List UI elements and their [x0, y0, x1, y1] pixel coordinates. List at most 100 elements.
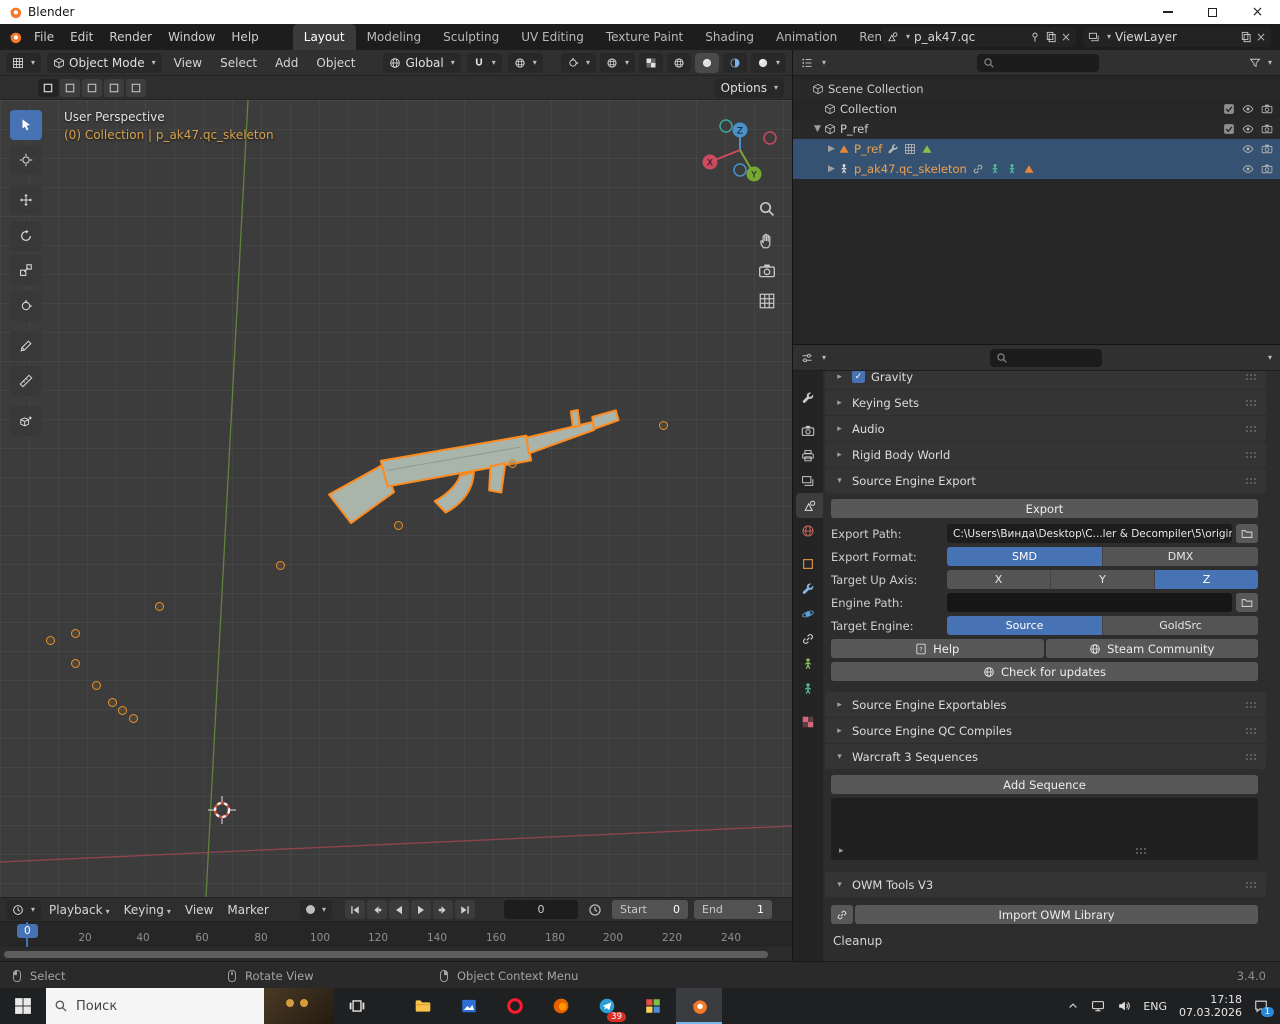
expand-arrow[interactable]: ▼ [811, 124, 824, 134]
modifier-wrench-icon[interactable] [887, 143, 899, 155]
bone-empty[interactable] [46, 636, 55, 645]
unlink-scene-icon[interactable]: × [1061, 30, 1071, 44]
menu-view-timeline[interactable]: View [179, 903, 219, 917]
engine-path-field[interactable] [947, 593, 1232, 612]
hide-eye-toggle[interactable] [1238, 123, 1257, 135]
tab-view-layer[interactable] [793, 468, 823, 493]
jump-to-end-button[interactable] [455, 900, 475, 919]
gizmos-toggle[interactable]: ▾ [561, 53, 596, 73]
tab-render[interactable] [793, 418, 823, 443]
language-indicator[interactable]: ENG [1143, 1000, 1167, 1013]
check-for-updates-button[interactable]: Check for updates [831, 662, 1258, 681]
tab-bone[interactable] [793, 676, 823, 701]
bone-empty[interactable] [155, 602, 164, 611]
minimize-button[interactable] [1145, 0, 1190, 24]
maximize-button[interactable] [1190, 0, 1235, 24]
panel-grip[interactable] [1246, 882, 1258, 888]
axis-x-button[interactable]: X [947, 570, 1051, 589]
list-grip[interactable] [1136, 848, 1148, 854]
select-box-tool-button[interactable] [10, 110, 42, 140]
pose-icon[interactable] [989, 163, 1001, 175]
workspace-tab-modeling[interactable]: Modeling [356, 24, 433, 50]
gun-model[interactable] [318, 401, 641, 548]
menu-file[interactable]: File [26, 30, 62, 44]
properties-editor-icon[interactable] [801, 352, 813, 364]
vertex-group-icon[interactable] [921, 143, 933, 155]
workspace-tab-layout[interactable]: Layout [293, 24, 356, 50]
tab-object[interactable] [793, 551, 823, 576]
expand-arrow[interactable]: ▸ [839, 846, 844, 856]
exclude-checkbox[interactable] [1219, 103, 1238, 115]
timeline-scrollbar[interactable] [0, 947, 792, 961]
telegram-button[interactable]: 39 [584, 988, 630, 1024]
menu-select[interactable]: Select [214, 56, 263, 70]
close-button[interactable]: × [1235, 0, 1280, 24]
panel-owm-tools-v3[interactable]: ▾ OWM Tools V3 [825, 872, 1266, 897]
menu-object[interactable]: Object [310, 56, 361, 70]
annotate-tool-button[interactable] [10, 331, 42, 361]
export-path-browse-button[interactable] [1236, 524, 1258, 543]
panel-grip[interactable] [1246, 728, 1258, 734]
move-tool-button[interactable] [10, 185, 42, 215]
disable-render-toggle[interactable] [1257, 163, 1276, 175]
menu-marker[interactable]: Marker [221, 903, 274, 917]
bone-empty[interactable] [71, 629, 80, 638]
volume-icon[interactable] [1117, 999, 1131, 1013]
hidden-icons-chevron[interactable] [1067, 1000, 1079, 1012]
editor-type-button[interactable]: ▾ [6, 53, 41, 73]
tab-object-data[interactable] [793, 651, 823, 676]
snapping-toggle[interactable]: ▾ [467, 53, 502, 73]
engine-source-button[interactable]: Source [947, 616, 1103, 635]
disable-render-toggle[interactable] [1257, 123, 1276, 135]
new-scene-icon[interactable] [1045, 31, 1057, 43]
bone-empty[interactable] [276, 561, 285, 570]
blender-taskbar-button[interactable] [676, 988, 722, 1024]
axis-z-button[interactable]: Z [1155, 570, 1258, 589]
tab-texture[interactable] [793, 709, 823, 734]
gravity-checkbox[interactable]: ✓ [852, 371, 865, 383]
menu-add[interactable]: Add [269, 56, 304, 70]
menu-edit[interactable]: Edit [62, 30, 101, 44]
frame-end-field[interactable]: End1 [694, 900, 772, 919]
workspace-tab-sculpting[interactable]: Sculpting [432, 24, 510, 50]
pin-icon[interactable] [1029, 31, 1041, 43]
navigation-gizmo[interactable]: Z X Y [692, 108, 790, 200]
remove-view-layer-icon[interactable]: × [1256, 30, 1266, 44]
menu-render[interactable]: Render [101, 30, 160, 44]
gizmo-y-negative[interactable] [720, 120, 732, 132]
xray-toggle[interactable] [639, 53, 663, 73]
help-button[interactable]: Help [831, 639, 1044, 658]
import-owm-library-button[interactable]: Import OWM Library [855, 905, 1258, 924]
toggle-orthographic-button[interactable] [752, 288, 782, 314]
bone-empty[interactable] [118, 706, 127, 715]
bone-empty[interactable] [659, 421, 668, 430]
measure-tool-button[interactable] [10, 366, 42, 396]
workspace-tab-animation[interactable]: Animation [765, 24, 848, 50]
overlays-toggle[interactable]: ▾ [600, 53, 635, 73]
outliner-row-scene-collection[interactable]: Scene Collection [793, 79, 1280, 99]
search-highlight-image[interactable] [264, 988, 334, 1024]
shading-solid-button[interactable] [695, 53, 719, 73]
menu-window[interactable]: Window [160, 30, 223, 44]
bone-empty[interactable] [92, 681, 101, 690]
tab-tool[interactable] [793, 385, 823, 410]
exclude-checkbox[interactable] [1219, 123, 1238, 135]
bone-empty[interactable] [508, 459, 517, 468]
network-icon[interactable] [1091, 999, 1105, 1013]
menu-keying[interactable]: Keying▾ [118, 903, 177, 917]
scrollbar-thumb[interactable] [4, 951, 768, 958]
camera-view-button[interactable] [752, 258, 782, 284]
mesh-data-icon[interactable] [904, 143, 916, 155]
timeline-ruler[interactable]: 0 20 40 60 80 100 120 140 160 180 200 22… [0, 921, 792, 947]
panel-audio[interactable]: ▸ Audio [825, 416, 1266, 441]
tab-world[interactable] [793, 518, 823, 543]
export-path-field[interactable]: C:\Users\Винда\Desktop\C...ler & Decompi… [947, 524, 1232, 543]
viewport-3d[interactable]: User Perspective (0) Collection | p_ak47… [0, 100, 792, 897]
workspace-tab-texture-paint[interactable]: Texture Paint [595, 24, 694, 50]
shading-rendered-button[interactable]: ▾ [751, 53, 786, 73]
taskbar-search-box[interactable]: Поиск [46, 988, 334, 1024]
armature-data-icon[interactable] [1006, 163, 1018, 175]
file-explorer-button[interactable] [400, 988, 446, 1024]
disable-render-toggle[interactable] [1257, 103, 1276, 115]
expand-arrow[interactable]: ▶ [825, 144, 838, 154]
